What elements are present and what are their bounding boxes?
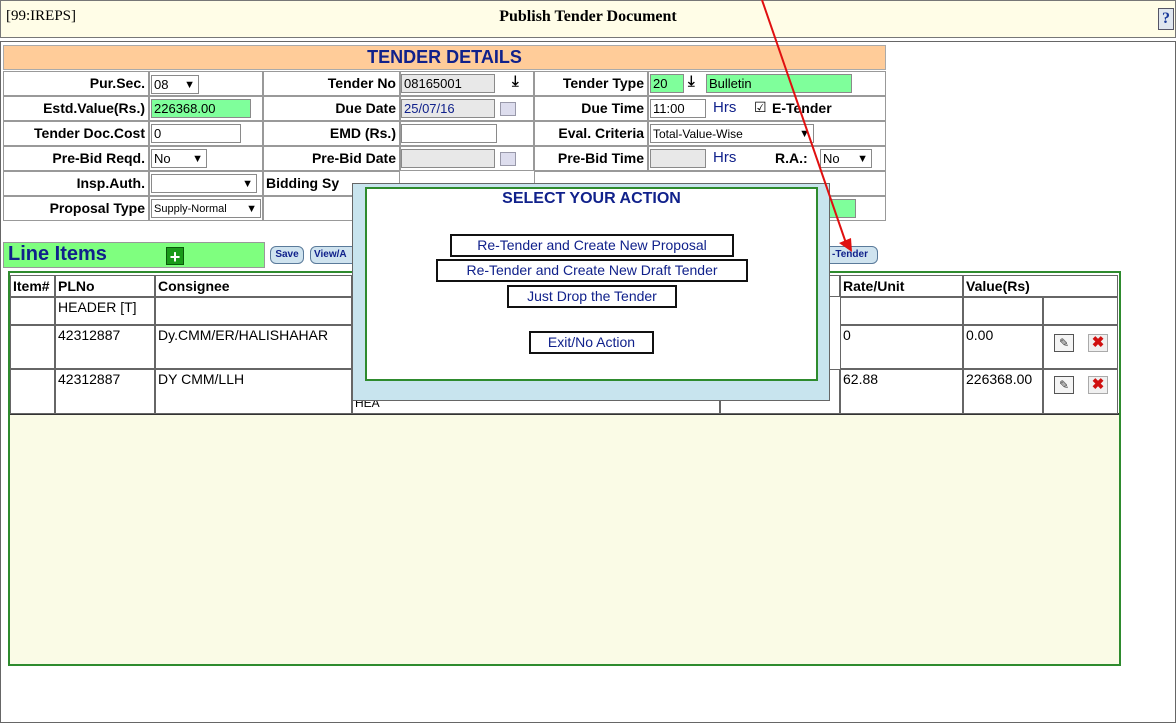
table-row [10,369,55,414]
due-time-label: Due Time [534,96,648,121]
emd-field[interactable] [401,124,497,143]
chevron-down-icon: ▼ [184,79,195,91]
chevron-down-icon: ▼ [192,153,203,165]
chevron-down-icon: ▼ [799,128,810,140]
eval-criteria-select[interactable]: Total-Value-Wise ▼ [650,124,814,143]
tender-no-field[interactable]: 08165001 [401,74,495,93]
estd-value-field[interactable]: 226368.00 [151,99,251,118]
tender-type-field[interactable]: Bulletin [706,74,852,93]
proposal-type-label: Proposal Type [3,196,149,221]
row-value [963,297,1043,325]
calendar-icon[interactable] [500,152,516,166]
e-tender-label: E-Tender [772,100,832,116]
retender-new-proposal-button[interactable]: Re-Tender and Create New Proposal [450,234,734,257]
col-plno: PLNo [55,275,155,297]
tender-type-label: Tender Type [534,71,648,96]
download-icon[interactable]: ⤓ [512,73,519,90]
col-item: Item# [10,275,55,297]
insp-auth-select[interactable]: ▼ [151,174,257,193]
estd-value-label: Estd.Value(Rs.) [3,96,149,121]
table-row [10,297,55,325]
row-value: 226368.00 [963,369,1043,414]
col-consignee: Consignee [155,275,352,297]
row-consignee: DY CMM/LLH [155,369,352,414]
edit-icon[interactable]: ✎ [1054,376,1074,394]
chevron-down-icon: ▼ [857,153,868,165]
drop-tender-button[interactable]: Just Drop the Tender [507,285,677,308]
line-items-title: Line Items [8,243,107,265]
row-rate: 0 [840,325,963,369]
proposal-type-select[interactable]: Supply-Normal ▼ [151,199,261,218]
view-button[interactable]: View/A [310,246,358,264]
e-tender-checkbox[interactable]: ☑ [754,99,767,116]
exit-no-action-button[interactable]: Exit/No Action [529,331,654,354]
help-icon[interactable]: ? [1158,8,1174,30]
pre-bid-time-unit: Hrs [713,149,737,166]
col-value: Value(Rs) [963,275,1118,297]
dialog-title: SELECT YOUR ACTION [502,190,681,207]
doc-cost-field[interactable]: 0 [151,124,241,143]
pre-bid-date-label: Pre-Bid Date [263,146,400,171]
eval-criteria-label: Eval. Criteria [534,121,648,146]
retender-new-draft-button[interactable]: Re-Tender and Create New Draft Tender [436,259,748,282]
pre-bid-reqd-select[interactable]: No ▼ [151,149,207,168]
pre-bid-time-field[interactable] [650,149,706,168]
col-rate: Rate/Unit [840,275,963,297]
tender-details-header: TENDER DETAILS [3,45,886,70]
row-plno: HEADER [T] [55,297,155,325]
download-icon[interactable]: ⤓ [688,73,695,90]
row-rate: 62.88 [840,369,963,414]
tender-type-code[interactable]: 20 [650,74,684,93]
insp-auth-label: Insp.Auth. [3,171,149,196]
delete-icon[interactable]: ✖ [1088,334,1108,352]
delete-icon[interactable]: ✖ [1088,376,1108,394]
due-date-label: Due Date [263,96,400,121]
emd-label: EMD (Rs.) [263,121,400,146]
row-value: 0.00 [963,325,1043,369]
ra-select[interactable]: No ▼ [820,149,872,168]
chevron-down-icon: ▼ [246,203,257,215]
calendar-icon[interactable] [500,102,516,116]
row-rate [840,297,963,325]
pre-bid-reqd-label: Pre-Bid Reqd. [3,146,149,171]
due-time-unit: Hrs [713,99,737,116]
edit-icon[interactable]: ✎ [1054,334,1074,352]
chevron-down-icon: ▼ [242,178,253,190]
doc-cost-label: Tender Doc.Cost [3,121,149,146]
row-consignee [155,297,352,325]
due-date-field[interactable]: 25/07/16 [401,99,495,118]
tender-no-label: Tender No [263,71,400,96]
pur-sec-label: Pur.Sec. [3,71,149,96]
save-button[interactable]: Save [270,246,304,264]
pur-sec-select[interactable]: 08 ▼ [151,75,199,94]
row-plno: 42312887 [55,369,155,414]
pre-bid-time-label: Pre-Bid Time [534,146,648,171]
page-title: Publish Tender Document [499,8,677,25]
pre-bid-date-field[interactable] [401,149,495,168]
row-plno: 42312887 [55,325,155,369]
ra-label: R.A.: [775,150,808,166]
add-item-icon[interactable]: + [166,247,184,266]
table-row [10,325,55,369]
re-tender-button[interactable]: -Tender [822,246,878,264]
due-time-field[interactable]: 11:00 [650,99,706,118]
row-consignee: Dy.CMM/ER/HALISHAHAR [155,325,352,369]
